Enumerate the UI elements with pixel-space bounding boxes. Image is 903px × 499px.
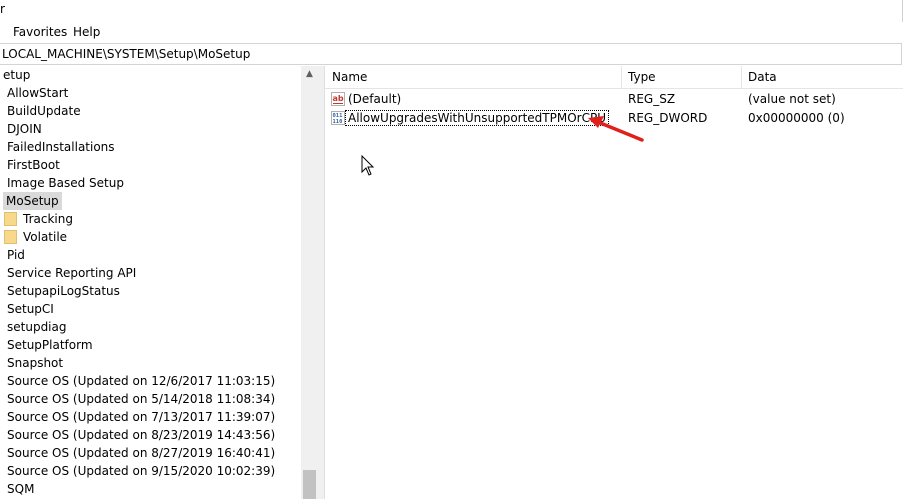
folder-icon (4, 212, 17, 226)
value-data: 0x00000000 (0) (748, 111, 845, 125)
scrollbar-thumb[interactable] (303, 470, 316, 499)
tree-item[interactable]: etup (0, 66, 33, 84)
tree-item[interactable]: SetupPlatform (4, 336, 96, 354)
tree-item[interactable]: Source OS (Updated on 9/15/2020 10:02:39… (4, 462, 278, 480)
tree-item[interactable]: setupdiag (4, 318, 69, 336)
tree-item[interactable]: Service Reporting API (4, 264, 139, 282)
annotation-arrow-icon (588, 116, 644, 142)
value-name-focused[interactable]: AllowUpgradesWithUnsupportedTPMOrCPU (345, 110, 609, 126)
menu-bar: Favorites Help (0, 22, 903, 42)
column-type-header[interactable]: Type (621, 66, 741, 88)
address-path[interactable]: LOCAL_MACHINE\SYSTEM\Setup\MoSetup (2, 47, 250, 61)
key-tree: etup AllowStart BuildUpdate DJOIN Failed… (0, 66, 300, 499)
svg-text:110: 110 (333, 119, 343, 125)
tree-item-selected[interactable]: MoSetup (3, 192, 62, 210)
value-data: (value not set) (748, 92, 836, 106)
tree-item[interactable]: Pid (4, 246, 28, 264)
tree-item[interactable]: Volatile (20, 228, 70, 246)
column-data-header[interactable]: Data (741, 66, 903, 88)
string-value-icon: ab (331, 92, 345, 106)
menu-help[interactable]: Help (73, 25, 100, 39)
tree-item[interactable]: Source OS (Updated on 7/13/2017 11:39:07… (4, 408, 278, 426)
tree-item[interactable]: Image Based Setup (4, 174, 127, 192)
menu-favorites[interactable]: Favorites (13, 25, 67, 39)
pane-splitter[interactable] (318, 66, 325, 499)
tree-item[interactable]: FirstBoot (4, 156, 63, 174)
value-name: (Default) (348, 92, 402, 106)
tree-item[interactable]: SetupCI (4, 300, 57, 318)
tree-item[interactable]: Tracking (20, 210, 76, 228)
tree-item[interactable]: BuildUpdate (4, 102, 84, 120)
value-row-default[interactable]: ab (Default) REG_SZ (value not set) (325, 90, 903, 109)
tree-item[interactable]: SetupapiLogStatus (4, 282, 123, 300)
tree-item[interactable]: Source OS (Updated on 12/6/2017 11:03:15… (4, 372, 278, 390)
tree-item[interactable]: FailedInstallations (4, 138, 118, 156)
scroll-up-icon[interactable]: ▲ (301, 66, 318, 83)
tree-item[interactable]: Source OS (Updated on 8/23/2019 14:43:56… (4, 426, 278, 444)
address-bar[interactable]: LOCAL_MACHINE\SYSTEM\Setup\MoSetup (0, 43, 902, 65)
window-title: r (0, 2, 5, 16)
tree-item[interactable]: DJOIN (4, 120, 45, 138)
column-name-header[interactable]: Name (325, 66, 621, 88)
value-type: REG_SZ (628, 92, 676, 106)
list-header: Name Type Data (325, 66, 903, 89)
tree-item[interactable]: Snapshot (4, 354, 66, 372)
tree-scrollbar[interactable]: ▲ (301, 66, 318, 499)
svg-text:ab: ab (333, 94, 344, 103)
mouse-cursor-icon (361, 155, 375, 176)
folder-icon (4, 230, 17, 244)
tree-item[interactable]: Source OS (Updated on 5/14/2018 11:08:34… (4, 390, 278, 408)
tree-item[interactable]: AllowStart (4, 84, 71, 102)
dword-value-icon: 011 110 (331, 111, 345, 125)
tree-item[interactable]: SQM (4, 480, 37, 498)
title-bar: r (0, 0, 903, 22)
tree-item[interactable]: Source OS (Updated on 8/27/2019 16:40:41… (4, 444, 278, 462)
